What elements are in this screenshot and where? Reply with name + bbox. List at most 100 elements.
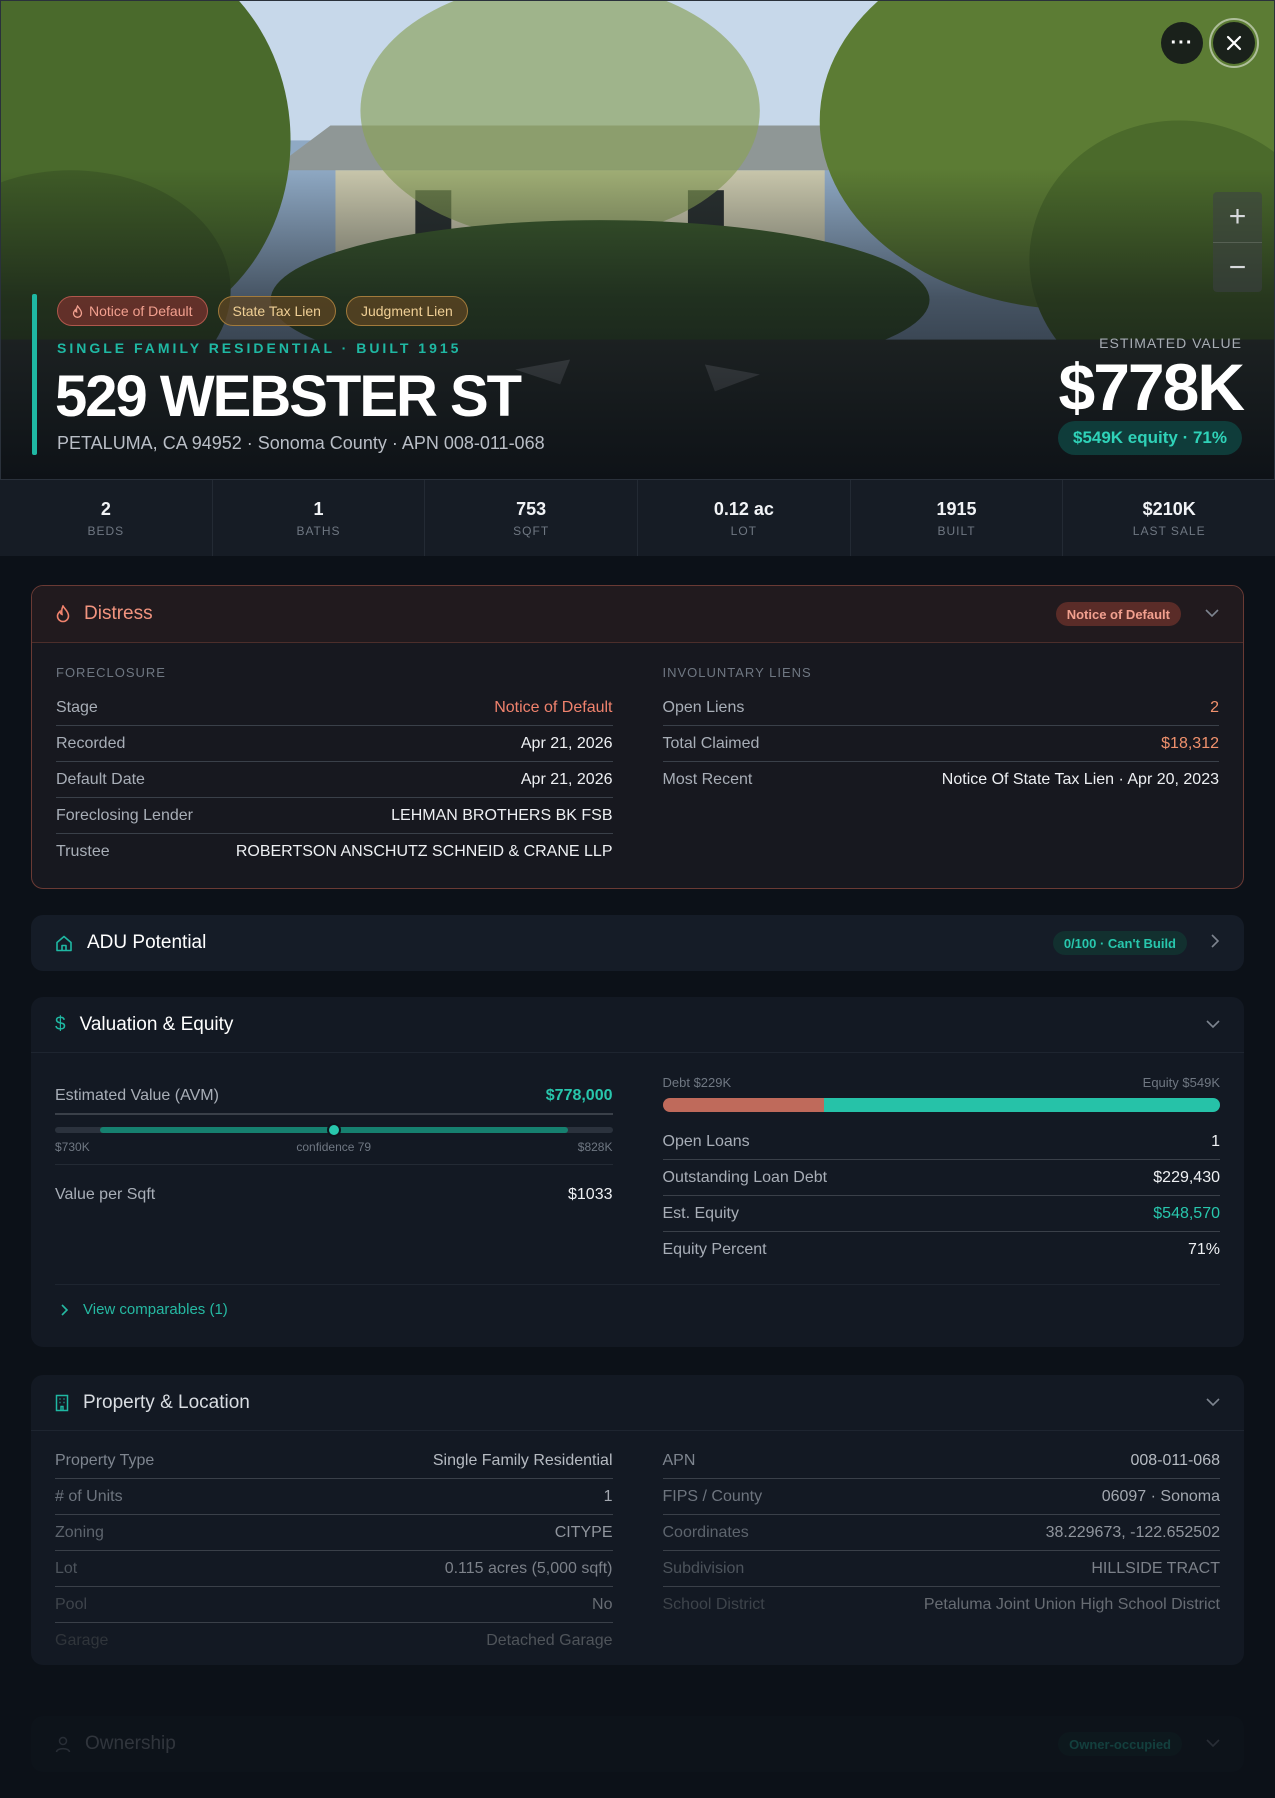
section-heading: INVOLUNTARY LIENS — [662, 665, 812, 680]
property-card-header[interactable]: Property & Location — [31, 1375, 1244, 1431]
table-row: Open Loans 1 — [662, 1124, 1220, 1160]
chevron-right-icon[interactable] — [1211, 933, 1220, 953]
more-options-button[interactable]: ··· — [1161, 22, 1203, 64]
table-row: Recorded Apr 21, 2026 — [56, 726, 613, 762]
ownership-card[interactable]: Ownership Owner-occupied — [31, 1716, 1244, 1772]
avm-section: Estimated Value (AVM) $778,000 $730K con… — [55, 1053, 613, 1268]
table-row: Equity Percent 71% — [663, 1232, 1221, 1268]
home-icon — [56, 935, 72, 951]
plus-icon: + — [1228, 200, 1247, 233]
table-row: Total Claimed $18,312 — [662, 726, 1219, 762]
property-type-eyebrow: SINGLE FAMILY RESIDENTIAL · BUILT 1915 — [57, 340, 462, 356]
chevron-down-icon[interactable] — [1206, 1394, 1220, 1412]
table-row: # of Units 1 — [55, 1479, 613, 1515]
row-value: No — [592, 1595, 613, 1613]
table-row: Garage Detached Garage — [55, 1623, 613, 1659]
stat-label: BATHS — [296, 523, 341, 538]
zoom-in-button[interactable]: + — [1213, 192, 1262, 242]
table-row: Lot 0.115 acres (5,000 sqft) — [55, 1551, 613, 1587]
avm-point-marker — [326, 1123, 341, 1137]
hero-photo-header: ··· + − Notice of Default State Tax Lien… — [0, 0, 1275, 480]
stat-value: 1915 — [936, 498, 977, 519]
ellipsis-icon: ··· — [1170, 31, 1194, 54]
row-key: Estimated Value (AVM) — [55, 1087, 219, 1104]
link-label: View comparables (1) — [83, 1301, 228, 1318]
valuation-card-header[interactable]: $ Valuation & Equity — [31, 997, 1244, 1053]
row-value: Petaluma Joint Union High School Distric… — [923, 1596, 1220, 1613]
zoom-out-button[interactable]: − — [1213, 242, 1262, 292]
row-key: Trustee — [56, 843, 110, 860]
distress-badges: Notice of Default State Tax Lien Judgmen… — [57, 296, 468, 326]
dollar-icon: $ — [55, 1013, 66, 1035]
row-value: ROBERTSON ANSCHUTZ SCHNEID & CRANE LLP — [235, 843, 613, 860]
table-row: Coordinates 38.229673, -122.652502 — [662, 1515, 1220, 1551]
status-badge: Notice of Default — [1055, 602, 1181, 626]
table-row: Open Liens 2 — [662, 690, 1219, 726]
table-row: APN 008-011-068 — [662, 1443, 1220, 1479]
row-value: 71% — [1187, 1241, 1220, 1258]
badge-state-tax-lien[interactable]: State Tax Lien — [217, 296, 336, 326]
section-heading: FORECLOSURE — [56, 665, 166, 680]
liens-section: INVOLUNTARY LIENS Open Liens 2 Total Clai… — [662, 643, 1219, 870]
adu-card-header[interactable]: ADU Potential 0/100 · Can't Build — [31, 915, 1244, 971]
row-key: Property Type — [55, 1451, 155, 1469]
equity-segment — [824, 1098, 1220, 1112]
chevron-down-icon[interactable] — [1205, 605, 1219, 623]
row-key: Outstanding Loan Debt — [662, 1168, 828, 1186]
table-row: Outstanding Loan Debt $229,430 — [662, 1160, 1220, 1196]
valuation-equity-card: $ Valuation & Equity Estimated Value (AV… — [31, 997, 1244, 1347]
row-value: Apr 21, 2026 — [520, 734, 613, 752]
row-key: Lot — [55, 1559, 78, 1577]
table-row: Est. Equity $548,570 — [662, 1196, 1220, 1232]
chevron-down-icon[interactable] — [1206, 1735, 1220, 1753]
row-key: Total Claimed — [662, 734, 760, 752]
badge-notice-of-default[interactable]: Notice of Default — [57, 296, 208, 326]
close-icon — [1226, 35, 1242, 51]
table-row: Value per Sqft $1033 — [55, 1165, 613, 1225]
row-value: Single Family Residential — [432, 1451, 613, 1469]
view-comparables-link[interactable]: View comparables (1) — [55, 1284, 1220, 1318]
status-badge: Owner-occupied — [1058, 1732, 1182, 1756]
distress-card-header[interactable]: Distress Notice of Default — [32, 586, 1243, 643]
table-row: Property Type Single Family Residential — [55, 1443, 613, 1479]
row-value: 38.229673, -122.652502 — [1045, 1523, 1220, 1541]
badge-judgment-lien[interactable]: Judgment Lien — [345, 296, 468, 326]
distress-card: Distress Notice of Default FORECLOSURE S… — [31, 585, 1244, 889]
row-value: 06097 · Sonoma — [1101, 1487, 1220, 1505]
stat-value: 1 — [313, 498, 324, 519]
zoom-controls: + − — [1213, 192, 1262, 292]
row-value: $778,000 — [545, 1087, 613, 1104]
avm-low: $730K — [55, 1140, 90, 1154]
card-title: Distress — [84, 603, 153, 624]
row-key: Value per Sqft — [55, 1186, 156, 1203]
ownership-card-header[interactable]: Ownership Owner-occupied — [31, 1716, 1244, 1772]
stat-label: BUILT — [937, 523, 976, 538]
row-key: Recorded — [56, 734, 126, 752]
chevron-down-icon[interactable] — [1206, 1016, 1220, 1034]
debt-equity-bar — [662, 1098, 1221, 1112]
table-row: Pool No — [55, 1587, 613, 1623]
property-details-left: Property Type Single Family Residential #… — [55, 1443, 613, 1659]
avm-high: $828K — [577, 1140, 613, 1154]
flame-icon — [72, 304, 83, 318]
property-subaddress: PETALUMA, CA 94952 · Sonoma County · APN… — [57, 433, 545, 453]
close-button[interactable] — [1209, 18, 1259, 68]
row-value: $1033 — [568, 1186, 613, 1203]
table-row: Default Date Apr 21, 2026 — [56, 762, 613, 798]
row-key: Pool — [55, 1595, 88, 1613]
property-details-right: APN 008-011-068 FIPS / County 06097 · Sono… — [662, 1443, 1221, 1659]
row-key: School District — [662, 1596, 765, 1613]
debt-label: Debt $229K — [662, 1075, 732, 1090]
row-key: APN — [662, 1451, 696, 1469]
card-title: Valuation & Equity — [79, 1013, 234, 1035]
stat-label: LAST SALE — [1132, 523, 1206, 538]
stat-last-sale: $210K LAST SALE — [1063, 480, 1275, 556]
row-value: HILLSIDE TRACT — [1091, 1559, 1220, 1577]
adu-score-badge: 0/100 · Can't Build — [1052, 931, 1187, 955]
row-value: CITYPE — [554, 1523, 613, 1541]
avm-scale: $730K confidence 79 $828K — [55, 1140, 613, 1165]
adu-potential-card[interactable]: ADU Potential 0/100 · Can't Build — [31, 915, 1244, 971]
row-key: Most Recent — [662, 771, 753, 788]
avm-row: Estimated Value (AVM) $778,000 — [55, 1079, 613, 1115]
table-row: School District Petaluma Joint Union High… — [663, 1587, 1221, 1623]
